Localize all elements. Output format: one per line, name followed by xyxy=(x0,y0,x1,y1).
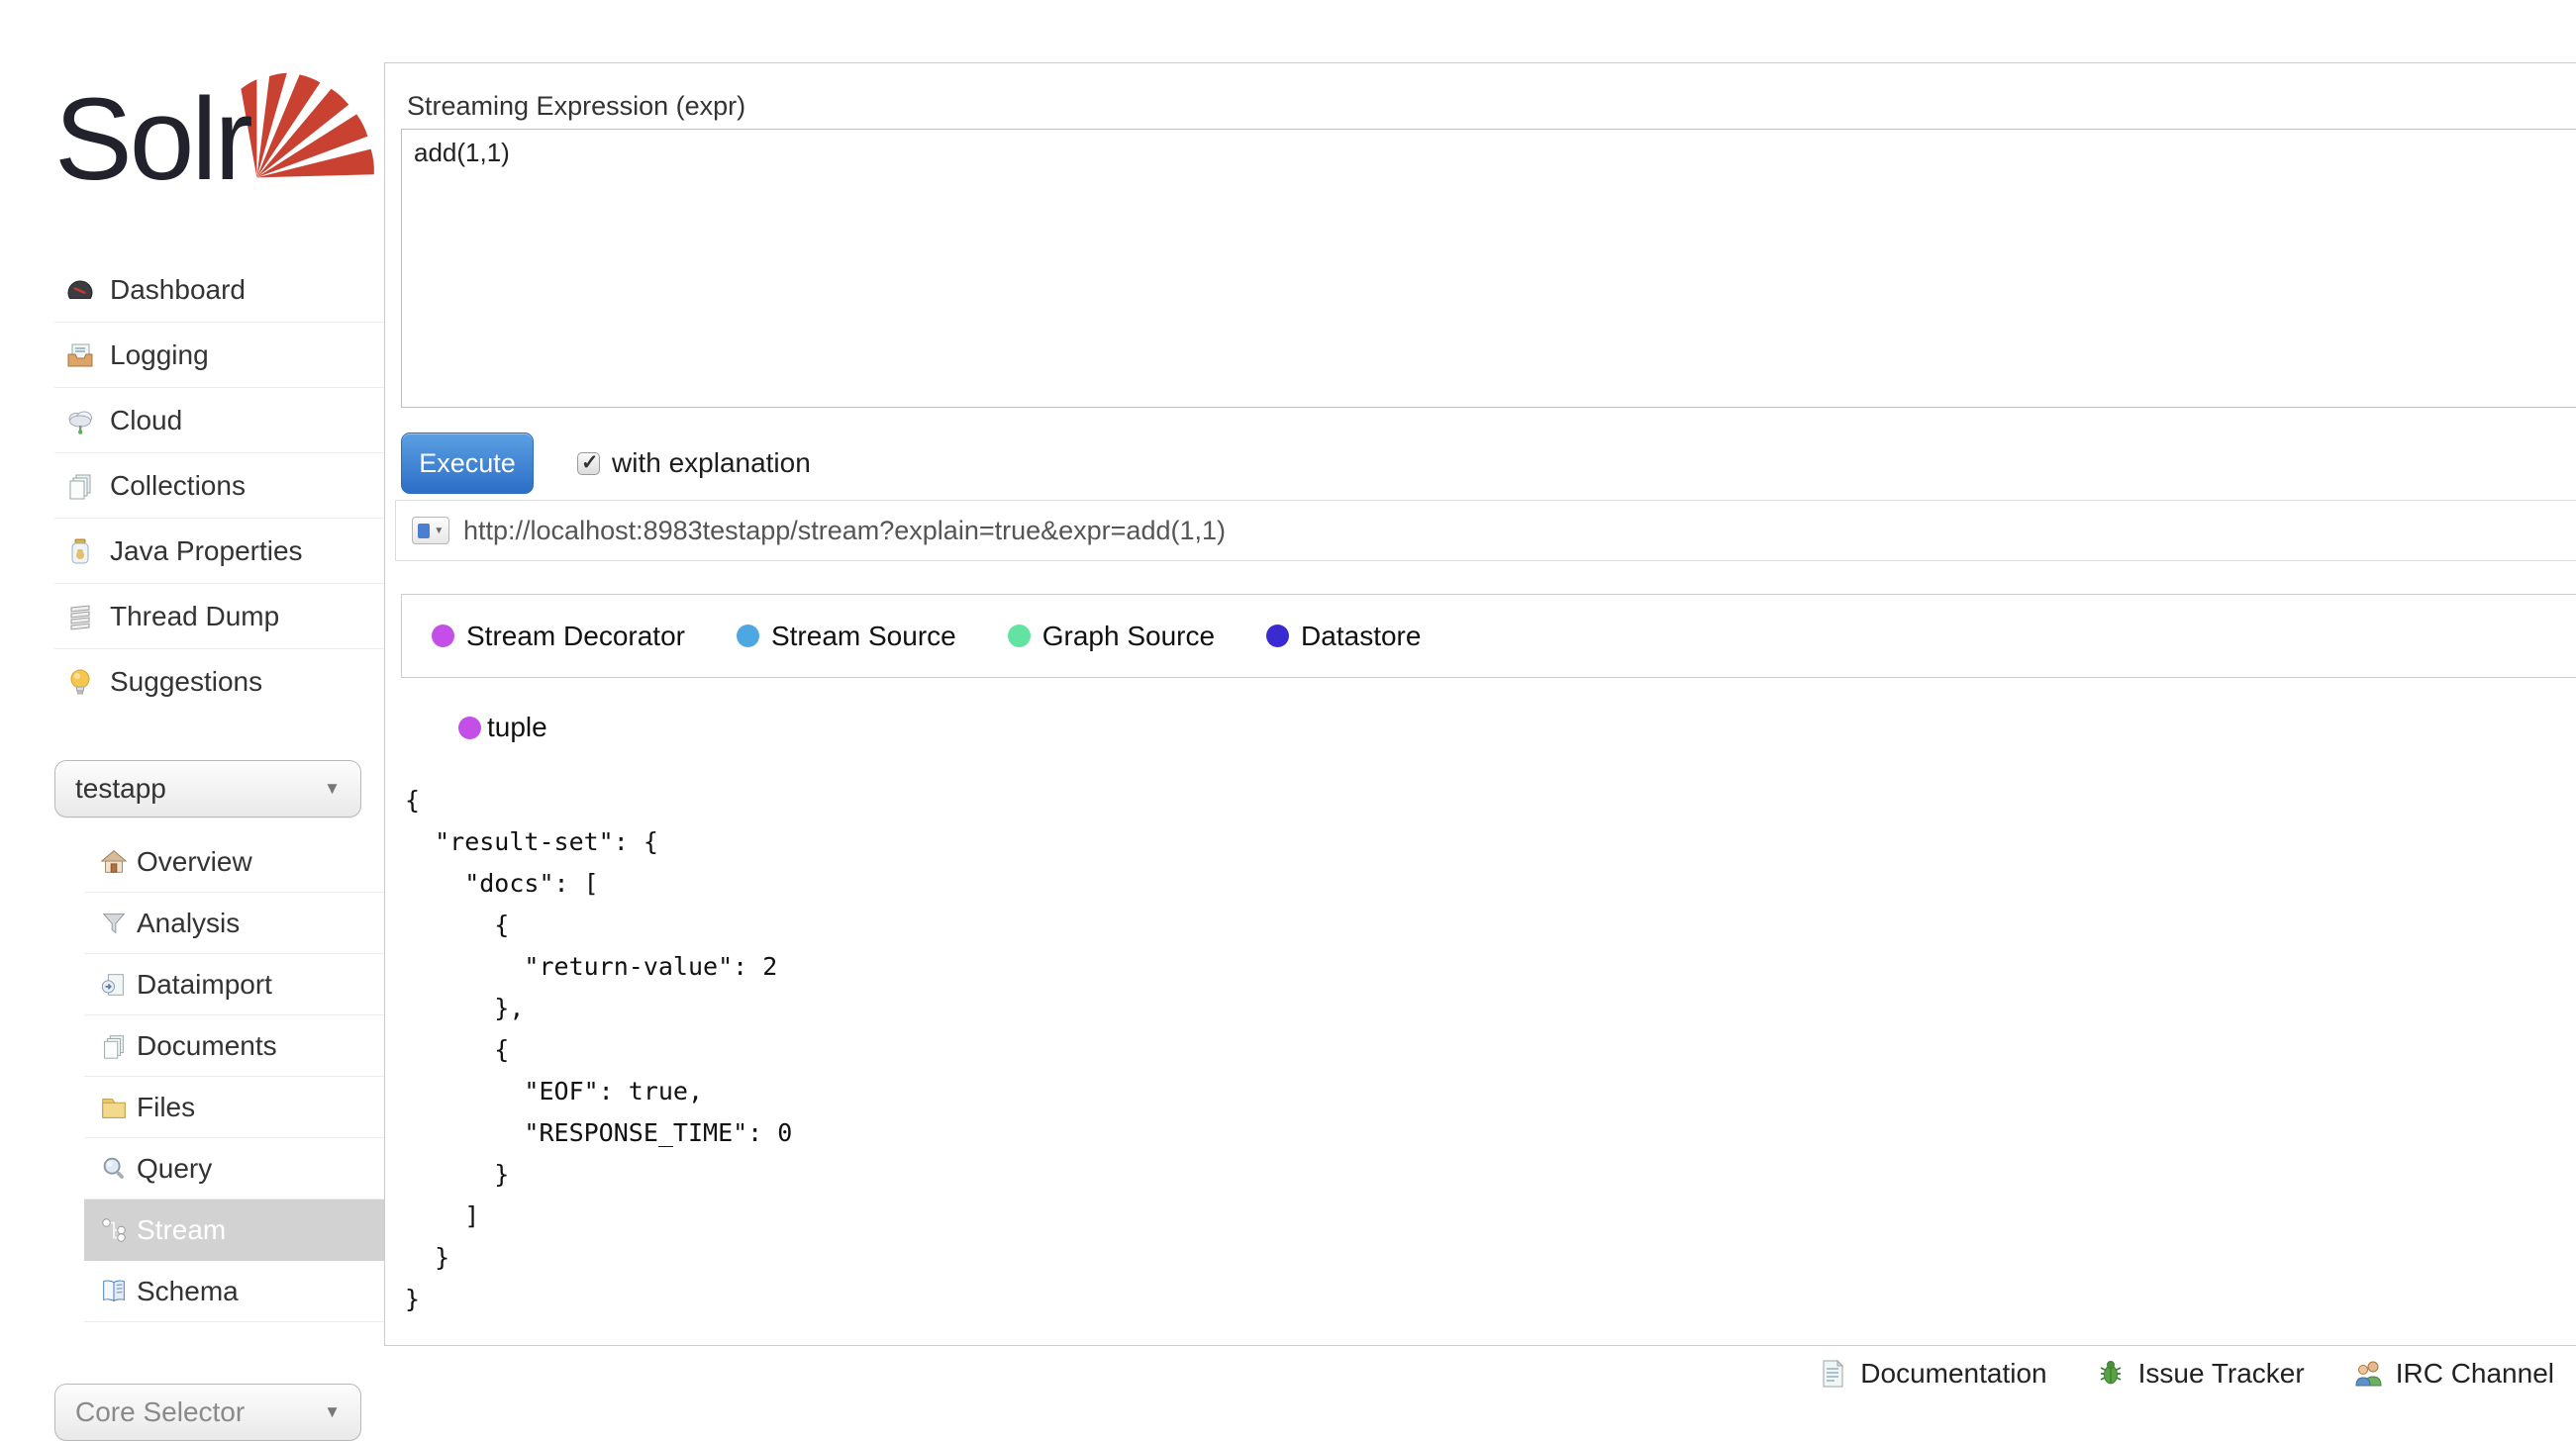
legend-item-stream-source: Stream Source xyxy=(737,621,956,652)
stream-panel: Streaming Expression (expr) add(1,1) Exe… xyxy=(384,62,2576,1346)
core-menu-item-schema[interactable]: Schema xyxy=(84,1261,384,1322)
request-url-box: ▼ http://localhost:8983testapp/stream?ex… xyxy=(395,500,2576,561)
sidebar-item-logging[interactable]: Logging xyxy=(54,323,384,388)
sidebar-item-label: Suggestions xyxy=(110,666,262,698)
sidebar-item-java-properties[interactable]: Java Properties xyxy=(54,519,384,584)
footer: Documentation Issue Tracker IRC Channel xyxy=(1769,1358,2554,1390)
execute-row: Execute with explanation xyxy=(401,432,811,495)
documentation-icon xyxy=(1817,1358,1848,1390)
core-menu-item-documents[interactable]: Documents xyxy=(84,1015,384,1077)
core-dropdown-value: testapp xyxy=(75,773,166,805)
main-menu: Dashboard Logging Cloud Collections Java… xyxy=(54,257,384,715)
analysis-icon xyxy=(99,909,129,938)
url-bar-icon: ▼ xyxy=(412,517,449,544)
sidebar-item-label: Thread Dump xyxy=(110,601,279,632)
bug-icon xyxy=(2095,1358,2127,1390)
java-properties-icon xyxy=(64,535,96,567)
core-menu-item-label: Overview xyxy=(137,846,252,878)
stream-source-dot-icon xyxy=(737,624,759,647)
core-menu-item-label: Schema xyxy=(137,1276,239,1307)
suggestions-icon xyxy=(64,666,96,698)
sidebar-item-thread-dump[interactable]: Thread Dump xyxy=(54,584,384,649)
core-menu: Overview Analysis Dataimport Documents F… xyxy=(84,831,384,1322)
core-menu-item-stream[interactable]: Stream xyxy=(84,1200,384,1261)
collections-icon xyxy=(64,470,96,502)
core-menu-item-dataimport[interactable]: Dataimport xyxy=(84,954,384,1015)
query-icon xyxy=(99,1154,129,1184)
footer-link-documentation[interactable]: Documentation xyxy=(1817,1358,2046,1390)
legend-item-datastore: Datastore xyxy=(1266,621,1421,652)
sidebar-item-dashboard[interactable]: Dashboard xyxy=(54,257,384,323)
stream-icon xyxy=(99,1215,129,1245)
tuple-dot-icon xyxy=(458,717,481,739)
datastore-dot-icon xyxy=(1266,624,1289,647)
sidebar-item-label: Dashboard xyxy=(110,274,246,306)
schema-icon xyxy=(99,1277,129,1306)
sidebar-item-collections[interactable]: Collections xyxy=(54,453,384,519)
chevron-down-icon: ▼ xyxy=(324,779,341,799)
with-explanation-label[interactable]: with explanation xyxy=(612,447,811,479)
thread-dump-icon xyxy=(64,601,96,632)
legend-item-graph-source: Graph Source xyxy=(1008,621,1215,652)
chevron-down-icon: ▼ xyxy=(324,1402,341,1422)
expression-input[interactable]: add(1,1) xyxy=(401,129,2576,408)
footer-link-irc-channel[interactable]: IRC Channel xyxy=(2352,1358,2554,1390)
dataimport-icon xyxy=(99,970,129,1000)
footer-link-issue-tracker[interactable]: Issue Tracker xyxy=(2095,1358,2305,1390)
core-menu-item-label: Dataimport xyxy=(137,969,272,1001)
core-menu-item-files[interactable]: Files xyxy=(84,1077,384,1138)
expression-label: Streaming Expression (expr) xyxy=(407,91,745,122)
sidebar-item-label: Java Properties xyxy=(110,535,303,567)
solr-logo-text: Solr xyxy=(54,72,250,207)
request-url[interactable]: http://localhost:8983testapp/stream?expl… xyxy=(463,516,1226,546)
core-menu-item-analysis[interactable]: Analysis xyxy=(84,893,384,954)
core-menu-item-label: Analysis xyxy=(137,908,240,939)
sidebar-item-suggestions[interactable]: Suggestions xyxy=(54,649,384,715)
logging-icon xyxy=(64,339,96,371)
cloud-icon xyxy=(64,405,96,436)
stream-legend: Stream Decorator Stream Source Graph Sou… xyxy=(401,594,2576,678)
sidebar-item-label: Collections xyxy=(110,470,246,502)
explanation-node-tuple[interactable]: tuple xyxy=(458,712,547,743)
legend-item-stream-decorator: Stream Decorator xyxy=(432,621,685,652)
sidebar: Solr Dashboard Logging Cloud Collections… xyxy=(0,0,384,1437)
result-json: { "result-set": { "docs": [ { "return-va… xyxy=(405,780,792,1320)
documents-icon xyxy=(99,1031,129,1061)
solr-sunburst-icon xyxy=(235,45,393,203)
core-selector-dropdown[interactable]: Core Selector ▼ xyxy=(54,1384,361,1441)
core-menu-item-query[interactable]: Query xyxy=(84,1138,384,1200)
sidebar-item-cloud[interactable]: Cloud xyxy=(54,388,384,453)
core-menu-item-label: Files xyxy=(137,1092,195,1123)
core-selector-placeholder: Core Selector xyxy=(75,1396,245,1428)
core-menu-item-label: Documents xyxy=(137,1030,277,1062)
dashboard-icon xyxy=(64,274,96,306)
overview-icon xyxy=(99,847,129,877)
sidebar-item-label: Logging xyxy=(110,339,209,371)
sidebar-item-label: Cloud xyxy=(110,405,182,436)
core-menu-item-overview[interactable]: Overview xyxy=(84,831,384,893)
core-menu-item-label: Stream xyxy=(137,1214,226,1246)
solr-logo[interactable]: Solr xyxy=(54,45,391,223)
core-dropdown[interactable]: testapp ▼ xyxy=(54,760,361,817)
people-icon xyxy=(2352,1358,2384,1390)
stream-decorator-dot-icon xyxy=(432,624,454,647)
execute-button[interactable]: Execute xyxy=(401,432,534,494)
core-menu-item-label: Query xyxy=(137,1153,212,1185)
files-icon xyxy=(99,1093,129,1122)
graph-source-dot-icon xyxy=(1008,624,1031,647)
with-explanation-checkbox[interactable] xyxy=(577,452,600,475)
